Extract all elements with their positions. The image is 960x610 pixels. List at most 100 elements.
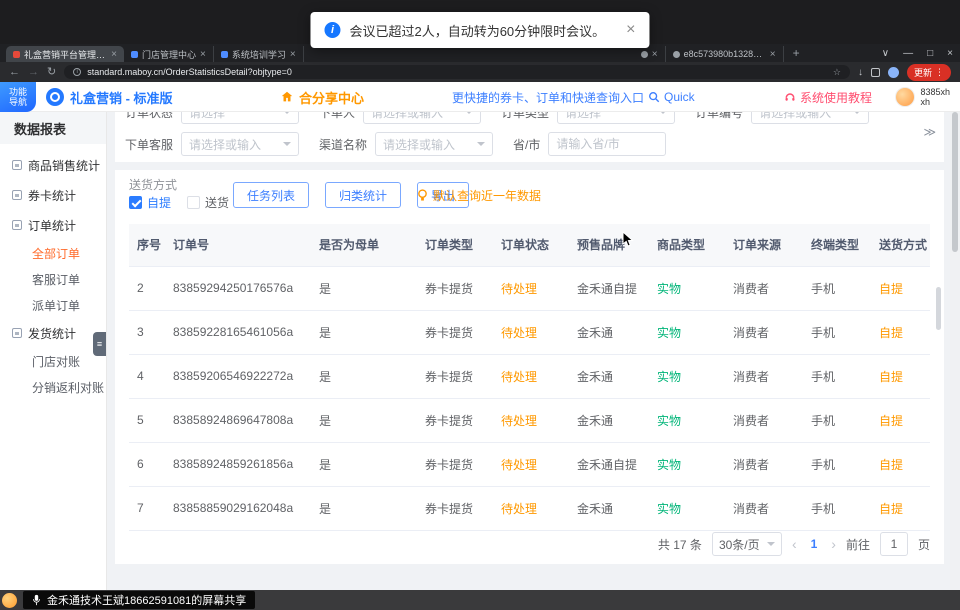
- cell-status: 待处理: [493, 266, 569, 310]
- orderer-select[interactable]: 请选择或输入: [363, 112, 481, 124]
- page-scrollbar[interactable]: [950, 82, 960, 590]
- column-header: 订单状态: [493, 224, 569, 266]
- browser-tab[interactable]: ×: [634, 46, 666, 62]
- screen: i 会议已超过2人，自动转为60分钟限时会议。 × 礼盒营销平台管理中心 × 门…: [0, 0, 960, 610]
- next-page-button[interactable]: ›: [831, 536, 836, 552]
- orders-table: 序号订单号是否为母单订单类型订单状态预售品牌商品类型订单来源终端类型送货方式 2…: [129, 224, 930, 531]
- page-size-value: 30条/页: [719, 536, 760, 553]
- back-icon[interactable]: ←: [9, 67, 20, 78]
- sidebar-collapse-handle[interactable]: ≡: [93, 332, 106, 356]
- browser-tab[interactable]: 门店管理中心 ×: [124, 46, 214, 62]
- download-icon[interactable]: ↓: [858, 67, 863, 78]
- cell-delivery: 自提: [871, 310, 930, 354]
- share-center-link[interactable]: 合分享中心: [280, 82, 364, 112]
- filter-label: 订单编号: [695, 112, 743, 121]
- tab-close-icon[interactable]: ×: [652, 49, 658, 60]
- quick-search-link[interactable]: Quick: [648, 82, 695, 112]
- tab-close-icon[interactable]: ×: [770, 49, 776, 60]
- task-list-button[interactable]: 任务列表: [233, 182, 309, 208]
- current-page[interactable]: 1: [807, 537, 822, 551]
- reload-icon[interactable]: ↻: [47, 67, 56, 78]
- query-hint-text: 默认查询近一年数据: [433, 187, 541, 204]
- sidebar-item-all-orders[interactable]: 全部订单: [0, 240, 106, 266]
- category-stats-button[interactable]: 归类统计: [325, 182, 401, 208]
- maximize-icon[interactable]: □: [920, 48, 940, 59]
- page-size-select[interactable]: 30条/页: [712, 532, 782, 556]
- cell-goods_type[interactable]: 实物: [649, 486, 725, 530]
- cell-goods_type[interactable]: 实物: [649, 398, 725, 442]
- bookmark-star-icon[interactable]: ☆: [833, 67, 841, 78]
- order-status-select[interactable]: 请选择: [181, 112, 299, 124]
- cell-status: 待处理: [493, 310, 569, 354]
- sidebar-item-product-sales-stats[interactable]: 商品销售统计: [0, 150, 106, 180]
- cell-source: 消费者: [725, 486, 803, 530]
- tab-close-icon[interactable]: ×: [290, 49, 296, 60]
- extensions-icon[interactable]: [871, 68, 880, 77]
- sidebar-item-order-stats[interactable]: 订单统计: [0, 210, 106, 240]
- sidebar-item-service-orders[interactable]: 客服订单: [0, 266, 106, 292]
- user-menu[interactable]: 8385xh xh: [895, 82, 950, 112]
- delivery-checkbox[interactable]: 送货: [187, 194, 229, 211]
- cell-goods_type[interactable]: 实物: [649, 266, 725, 310]
- tab-title: e8c573980b1328a258fd2e6b: [684, 49, 766, 59]
- prev-page-button[interactable]: ‹: [792, 536, 797, 552]
- chevron-down-icon: [659, 112, 667, 114]
- minimize-icon[interactable]: —: [896, 48, 920, 59]
- sidebar-item-store-reconciliation[interactable]: 门店对账: [0, 348, 106, 374]
- browser-update-button[interactable]: 更新 ⋮: [907, 64, 951, 81]
- function-nav-badge[interactable]: 功能 导航: [0, 82, 36, 112]
- channel-name-select[interactable]: 请选择或输入: [375, 132, 493, 156]
- tutorial-link[interactable]: 系统使用教程: [784, 82, 872, 112]
- cell-is_parent: 是: [311, 266, 417, 310]
- sidebar-item-distribution-rebate[interactable]: 分销返利对账: [0, 374, 106, 400]
- tab-search-chevron-icon[interactable]: ∨: [875, 48, 896, 59]
- cell-terminal: 手机: [803, 442, 871, 486]
- close-icon[interactable]: ×: [940, 48, 960, 59]
- cell-status: 待处理: [493, 398, 569, 442]
- page-scrollbar-thumb[interactable]: [952, 112, 958, 252]
- goto-page-input[interactable]: [880, 532, 908, 556]
- sidebar-item-coupon-card-stats[interactable]: 券卡统计: [0, 180, 106, 210]
- cell-goods_type[interactable]: 实物: [649, 442, 725, 486]
- cell-order_no: 83859294250176576a: [165, 266, 311, 310]
- checkbox-label: 自提: [147, 194, 171, 211]
- order-type-select[interactable]: 请选择: [557, 112, 675, 124]
- orders-card: 送货方式 自提 送货 任务列表 归类统计 导出: [115, 170, 944, 564]
- cell-source: 消费者: [725, 442, 803, 486]
- cell-goods_type[interactable]: 实物: [649, 354, 725, 398]
- table-scrollbar-thumb[interactable]: [936, 287, 941, 330]
- filter-field-channel-name: 渠道名称 请选择或输入: [319, 132, 493, 156]
- new-tab-button[interactable]: +: [784, 46, 809, 60]
- service-agent-select[interactable]: 请选择或输入: [181, 132, 299, 156]
- filter-label: 省/市: [513, 136, 540, 153]
- close-icon[interactable]: ×: [626, 21, 635, 39]
- sidebar-item-dispatch-orders[interactable]: 派单订单: [0, 292, 106, 318]
- pickup-checkbox[interactable]: 自提: [129, 194, 171, 211]
- site-info-icon[interactable]: i: [73, 68, 81, 76]
- microphone-icon: [32, 594, 41, 606]
- url-omnibox[interactable]: i standard.maboy.cn/OrderStatisticsDetai…: [64, 65, 850, 79]
- province-city-input[interactable]: [548, 132, 666, 156]
- tab-title: 门店管理中心: [142, 48, 196, 61]
- cell-goods_type[interactable]: 实物: [649, 310, 725, 354]
- tab-close-icon[interactable]: ×: [200, 49, 206, 60]
- app-header: 功能 导航 礼盒营销 - 标准版 合分享中心 更快捷的券卡、订单和快递查询入口 …: [0, 82, 960, 112]
- forward-icon[interactable]: →: [28, 67, 39, 78]
- cell-order_type: 券卡提货: [417, 398, 493, 442]
- brand-logo-icon: [46, 88, 64, 106]
- browser-tab-active[interactable]: 礼盒营销平台管理中心 ×: [6, 46, 124, 62]
- tab-close-icon[interactable]: ×: [111, 49, 117, 60]
- browser-profile-avatar[interactable]: [888, 67, 899, 78]
- browser-tab[interactable]: e8c573980b1328a258fd2e6b ×: [666, 46, 784, 62]
- order-icon: [12, 220, 22, 230]
- quick-entry-link[interactable]: 更快捷的券卡、订单和快递查询入口: [452, 82, 644, 112]
- total-count: 共 17 条: [658, 536, 702, 553]
- sidebar-item-shipping-stats[interactable]: 发货统计: [0, 318, 106, 348]
- order-no-select[interactable]: 请选择或输入: [751, 112, 869, 124]
- nav-badge-line1: 功能: [0, 87, 36, 97]
- filter-collapse-button[interactable]: ≫: [923, 125, 936, 139]
- delivery-method-label: 送货方式: [129, 176, 177, 193]
- tab-title: 礼盒营销平台管理中心: [24, 48, 107, 61]
- browser-tab[interactable]: 系统培训学习 ×: [214, 46, 304, 62]
- cell-order_no: 83859228165461056a: [165, 310, 311, 354]
